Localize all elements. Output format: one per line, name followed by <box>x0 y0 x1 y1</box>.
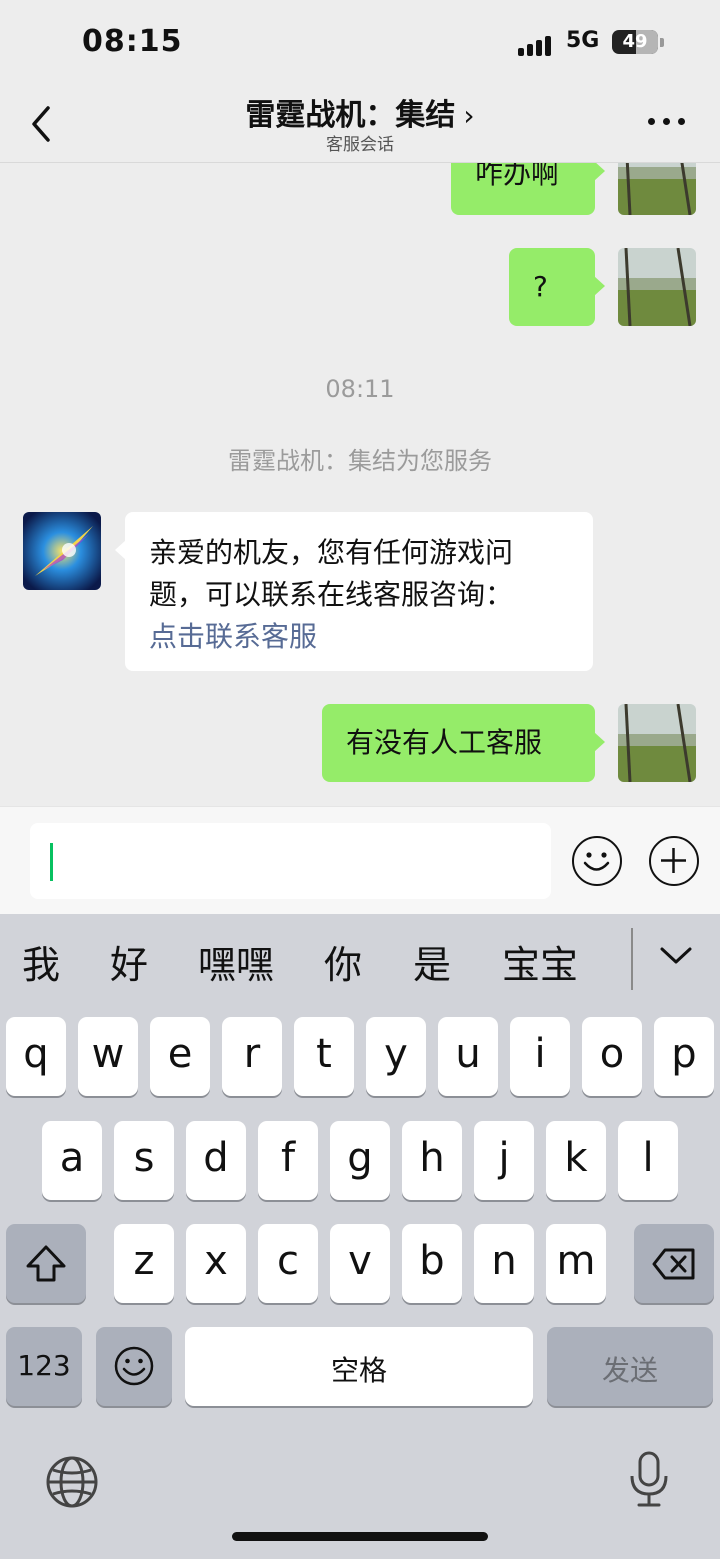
candidate-word[interactable]: 是 <box>413 934 451 989</box>
key-g[interactable]: g <box>330 1121 390 1200</box>
message-list[interactable]: 咋办啊 ? 08:11 雷霆战机：集结为您服务 亲爱的机友，您有任何游戏问 题，… <box>0 163 720 806</box>
message-text: 有没有人工客服 <box>346 726 543 759</box>
globe-icon <box>46 1456 98 1508</box>
battery-cap <box>660 38 664 47</box>
key-e[interactable]: e <box>150 1017 210 1096</box>
candidate-word[interactable]: 好 <box>110 934 148 989</box>
message-input[interactable] <box>30 823 551 899</box>
my-avatar[interactable] <box>618 248 696 326</box>
service-avatar[interactable] <box>23 512 101 590</box>
text-cursor <box>50 843 53 881</box>
expand-candidates-button[interactable] <box>658 944 694 972</box>
key-j[interactable]: j <box>474 1121 534 1200</box>
message-bubble[interactable]: ? <box>509 248 605 326</box>
chat-header: 雷霆战机：集结 › 客服会话 <box>0 86 720 163</box>
plus-icon <box>661 848 686 873</box>
space-key[interactable]: 空格 <box>185 1327 533 1406</box>
message-text: 咋办啊 <box>475 163 560 190</box>
key-v[interactable]: v <box>330 1224 390 1303</box>
key-a[interactable]: a <box>42 1121 102 1200</box>
emoji-key[interactable] <box>96 1327 172 1406</box>
key-q[interactable]: q <box>6 1017 66 1096</box>
message-bubble[interactable]: 咋办啊 <box>451 163 605 215</box>
service-message-bubble[interactable]: 亲爱的机友，您有任何游戏问 题，可以联系在线客服咨询： 点击联系客服 <box>115 512 593 671</box>
contact-service-link[interactable]: 点击联系客服 <box>149 616 593 658</box>
chat-title[interactable]: 雷霆战机：集结 › <box>0 90 720 134</box>
key-n[interactable]: n <box>474 1224 534 1303</box>
key-f[interactable]: f <box>258 1121 318 1200</box>
message-text-line: 题，可以联系在线客服咨询： <box>149 578 514 611</box>
message-timestamp: 08:11 <box>325 375 395 403</box>
candidate-separator <box>631 928 633 990</box>
chat-subtitle: 客服会话 <box>326 135 394 155</box>
key-p[interactable]: p <box>654 1017 714 1096</box>
globe-button[interactable] <box>44 1454 100 1514</box>
key-i[interactable]: i <box>510 1017 570 1096</box>
message-text: ? <box>533 270 548 303</box>
candidate-word[interactable]: 你 <box>324 934 362 989</box>
my-avatar[interactable] <box>618 163 696 215</box>
status-bar: 08:15 5G 49 <box>0 0 720 86</box>
key-u[interactable]: u <box>438 1017 498 1096</box>
key-t[interactable]: t <box>294 1017 354 1096</box>
input-bar <box>0 806 720 915</box>
system-notice: 雷霆战机：集结为您服务 <box>228 447 492 475</box>
message-bubble[interactable]: 有没有人工客服 <box>322 704 605 782</box>
key-b[interactable]: b <box>402 1224 462 1303</box>
key-d[interactable]: d <box>186 1121 246 1200</box>
key-o[interactable]: o <box>582 1017 642 1096</box>
status-time: 08:15 <box>82 24 183 59</box>
keyboard: 我 好 嘿嘿 你 是 宝宝 q w e r t y u i o p a s d … <box>0 914 720 1559</box>
battery-level: 49 <box>622 31 648 52</box>
cellular-signal-icon <box>518 32 558 56</box>
key-y[interactable]: y <box>366 1017 426 1096</box>
send-key[interactable]: 发送 <box>547 1327 713 1406</box>
key-s[interactable]: s <box>114 1121 174 1200</box>
more-options-button[interactable] <box>648 118 688 128</box>
more-functions-button[interactable] <box>649 836 699 886</box>
backspace-key[interactable] <box>634 1224 714 1303</box>
chevron-right-icon: › <box>463 99 475 132</box>
emoji-button[interactable] <box>572 836 622 886</box>
home-indicator[interactable] <box>232 1532 488 1541</box>
key-l[interactable]: l <box>618 1121 678 1200</box>
shift-icon <box>26 1245 66 1282</box>
microphone-icon <box>630 1451 668 1507</box>
numbers-key[interactable]: 123 <box>6 1327 82 1406</box>
shift-key[interactable] <box>6 1224 86 1303</box>
key-w[interactable]: w <box>78 1017 138 1096</box>
candidate-word[interactable]: 宝宝 <box>502 934 578 989</box>
chevron-down-icon <box>660 947 692 964</box>
candidate-word[interactable]: 我 <box>22 934 60 989</box>
key-x[interactable]: x <box>186 1224 246 1303</box>
candidate-word[interactable]: 嘿嘿 <box>198 934 274 989</box>
key-m[interactable]: m <box>546 1224 606 1303</box>
chat-title-text: 雷霆战机：集结 <box>245 98 456 133</box>
key-z[interactable]: z <box>114 1224 174 1303</box>
message-text-line: 亲爱的机友，您有任何游戏问 <box>149 536 514 569</box>
microphone-button[interactable] <box>626 1450 672 1514</box>
emoji-icon <box>114 1346 154 1386</box>
key-c[interactable]: c <box>258 1224 318 1303</box>
key-k[interactable]: k <box>546 1121 606 1200</box>
network-type: 5G <box>566 28 600 53</box>
key-h[interactable]: h <box>402 1121 462 1200</box>
key-r[interactable]: r <box>222 1017 282 1096</box>
my-avatar[interactable] <box>618 704 696 782</box>
battery-icon: 49 <box>612 30 658 54</box>
backspace-icon <box>652 1248 695 1280</box>
emoji-icon <box>583 852 610 871</box>
